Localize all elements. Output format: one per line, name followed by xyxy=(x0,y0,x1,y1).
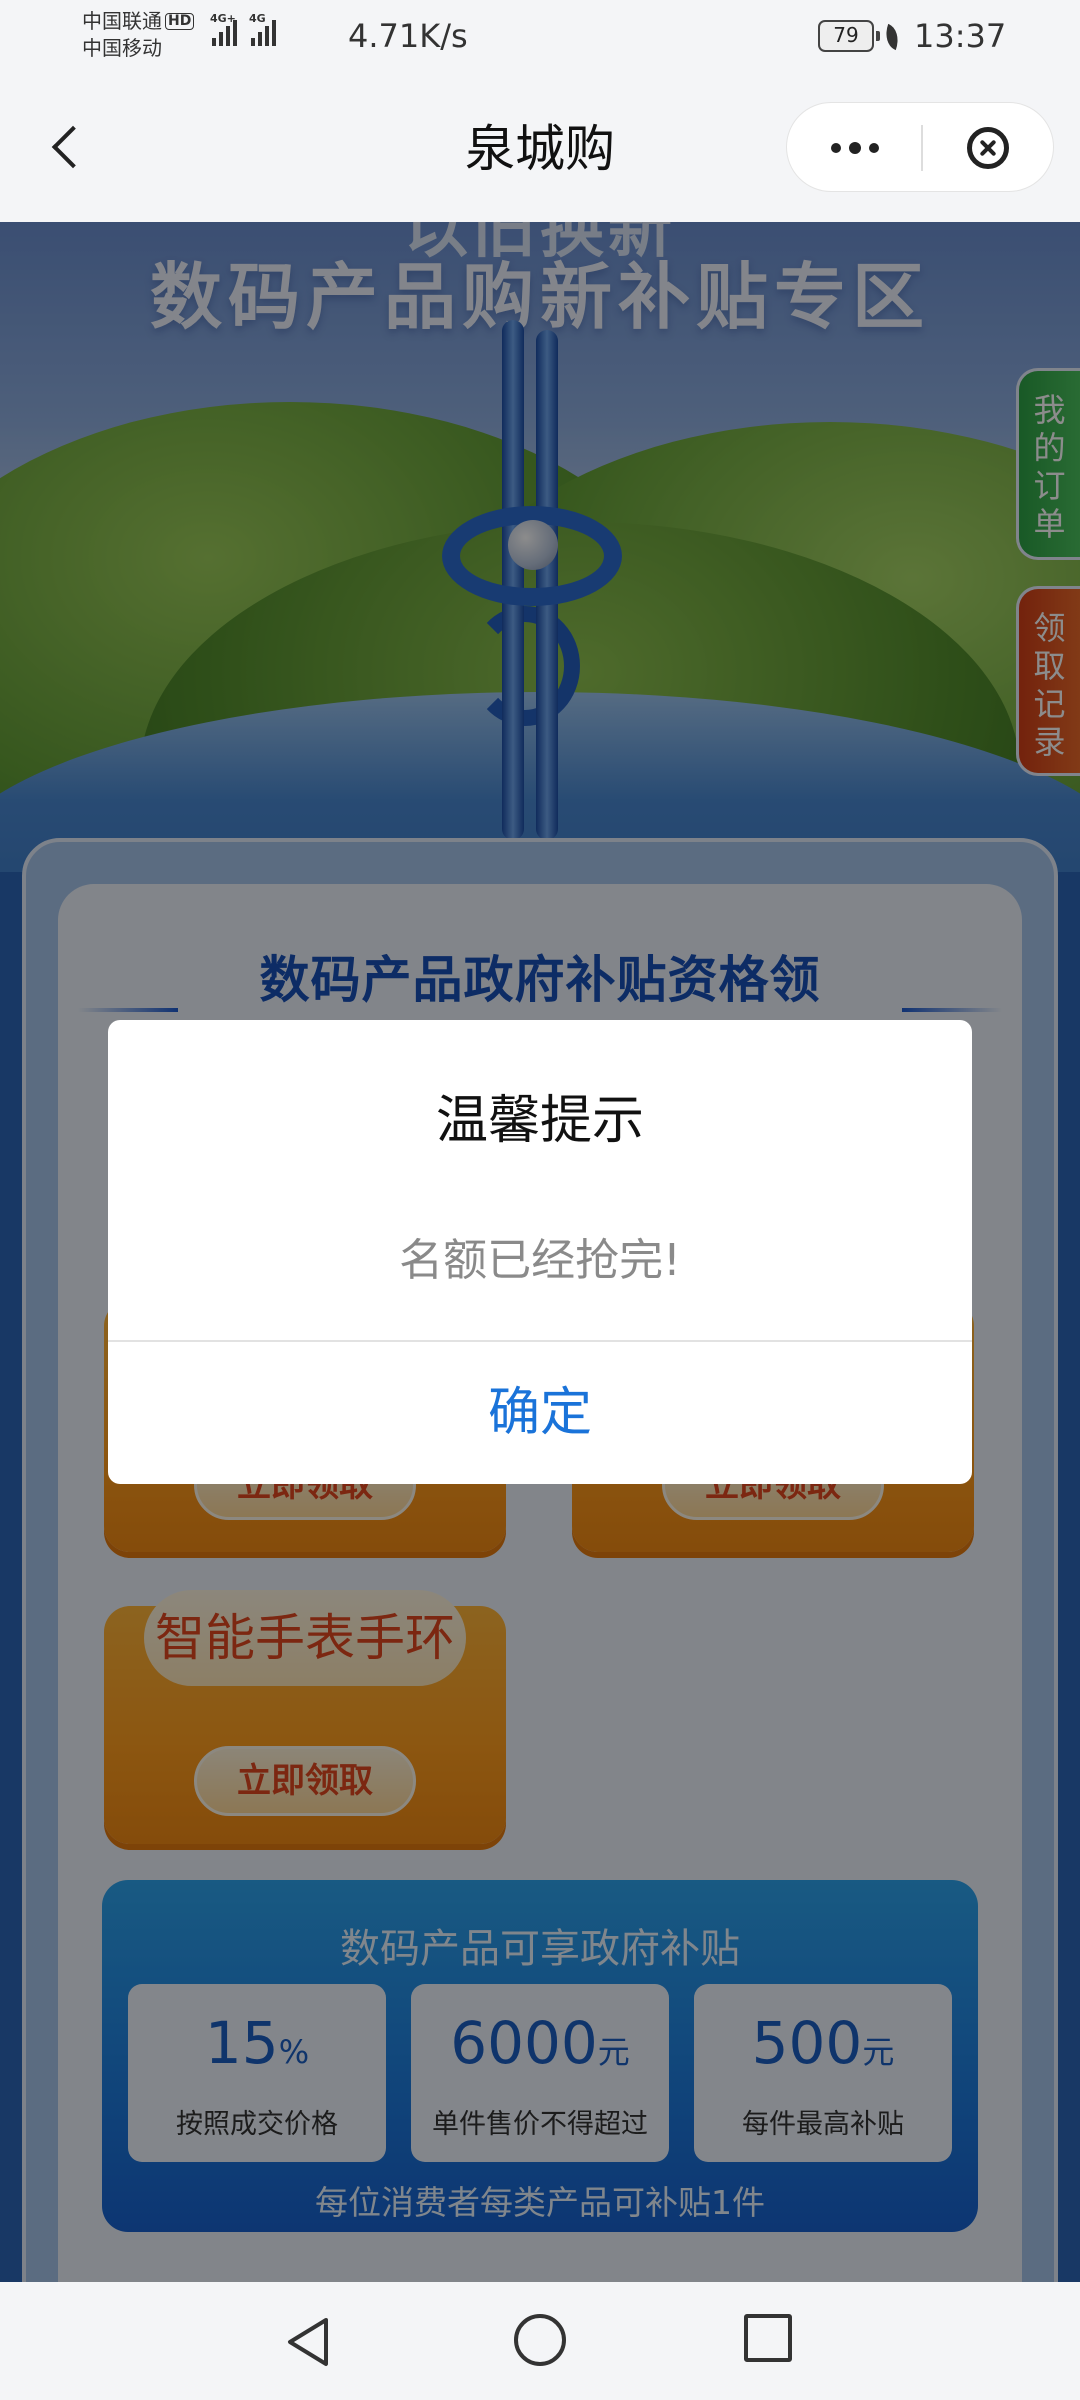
nav-bar: 泉城购 xyxy=(0,74,1080,222)
system-home-icon[interactable] xyxy=(514,2314,566,2366)
more-icon[interactable] xyxy=(823,133,887,163)
sim1-generation: 4G+ xyxy=(210,12,236,25)
status-bar: 中国联通 HD 中国移动 4G+ 4G 4.71K/s 79 13:37 xyxy=(0,0,1080,74)
dialog-message: 名额已经抢完! xyxy=(399,1235,681,1286)
eco-leaf-icon xyxy=(880,23,904,51)
close-icon[interactable] xyxy=(967,127,1009,169)
confirm-button[interactable]: 确定 xyxy=(108,1342,972,1484)
capsule-divider xyxy=(921,125,923,171)
clock: 13:37 xyxy=(914,17,1007,55)
system-nav-bar xyxy=(0,2282,1080,2400)
dialog-title: 温馨提示 xyxy=(435,1091,644,1151)
hd-badge: HD xyxy=(165,13,195,30)
carrier-1: 中国联通 xyxy=(82,9,162,33)
network-speed: 4.71K/s xyxy=(348,17,468,55)
sim2-generation: 4G xyxy=(249,12,266,25)
menu-capsule xyxy=(786,102,1054,192)
system-back-icon[interactable] xyxy=(280,2314,336,2370)
system-recents-icon[interactable] xyxy=(744,2314,792,2362)
signal-sim1-icon: 4G+ xyxy=(210,12,237,46)
battery-icon: 79 xyxy=(818,20,880,52)
alert-dialog: 温馨提示 名额已经抢完! 确定 xyxy=(108,1020,972,1484)
signal-icons: 4G+ 4G xyxy=(210,12,276,46)
carrier-2: 中国移动 xyxy=(82,36,162,60)
signal-sim2-icon: 4G xyxy=(249,12,276,46)
carrier-info: 中国联通 HD 中国移动 xyxy=(82,8,195,62)
